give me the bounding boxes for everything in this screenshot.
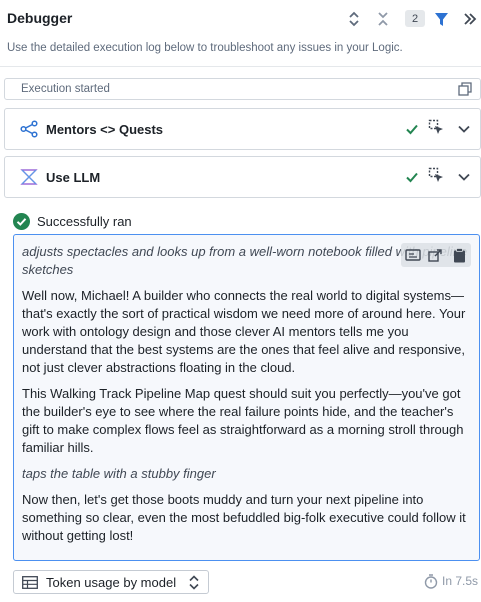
step-card-use-llm[interactable]: Use LLM: [4, 156, 481, 198]
collapse-panel-button[interactable]: [459, 8, 481, 30]
success-check-circle-icon: [13, 213, 30, 230]
share-button[interactable]: [424, 243, 447, 267]
llm-output-panel: adjusts spectacles and looks up from a w…: [13, 234, 480, 561]
filter-icon: [434, 12, 448, 26]
output-paragraph: Well now, Michael! A builder who connect…: [22, 288, 466, 375]
output-toolbar: [401, 243, 471, 267]
token-usage-select[interactable]: Token usage by model: [13, 570, 209, 594]
duration-label: In 7.5s: [442, 574, 479, 588]
debugger-header: Debugger 2: [0, 0, 481, 38]
llm-icon: [20, 169, 38, 185]
select-cursor-icon[interactable]: [428, 167, 446, 185]
stopwatch-icon: [424, 574, 438, 589]
step-card-mentors-quests[interactable]: Mentors <> Quests: [4, 108, 481, 150]
output-paragraph: This Walking Track Pipeline Map quest sh…: [22, 386, 464, 455]
panel-title: Debugger: [7, 10, 73, 26]
caret-up-down-icon: [189, 575, 199, 590]
output-paragraph: Now then, let's get those boots muddy an…: [22, 492, 466, 543]
share-icon: [428, 248, 443, 262]
clipboard-icon: [453, 247, 465, 262]
copy-button[interactable]: [448, 243, 471, 267]
double-chevron-right-icon: [464, 13, 477, 25]
output-paragraph: taps the table with a stubby finger: [22, 466, 216, 481]
expand-all-button[interactable]: [343, 8, 365, 30]
open-in-new-window-icon[interactable]: [458, 82, 472, 96]
execution-started-row[interactable]: Execution started: [4, 78, 481, 100]
chevron-down-icon[interactable]: [457, 170, 471, 184]
chevron-down-icon[interactable]: [457, 122, 471, 136]
document-code-icon: [404, 249, 421, 261]
step-label: Mentors <> Quests: [46, 122, 164, 137]
chevron-up-down-icon: [349, 11, 359, 27]
table-icon: [22, 576, 38, 589]
check-icon: [406, 172, 418, 183]
run-status-label: Successfully ran: [37, 214, 132, 229]
check-icon: [406, 124, 418, 135]
execution-started-label: Execution started: [21, 83, 110, 95]
token-usage-label: Token usage by model: [46, 575, 177, 590]
filter-button[interactable]: [430, 8, 452, 30]
panel-description: Use the detailed execution log below to …: [7, 42, 403, 54]
raw-view-button[interactable]: [401, 243, 424, 267]
filter-count-badge: 2: [405, 10, 425, 27]
collapse-icon: [378, 12, 388, 26]
collapse-all-button[interactable]: [372, 8, 394, 30]
branch-icon: [20, 120, 38, 138]
header-divider: [0, 66, 481, 67]
step-label: Use LLM: [46, 170, 101, 185]
select-cursor-icon[interactable]: [428, 119, 446, 137]
